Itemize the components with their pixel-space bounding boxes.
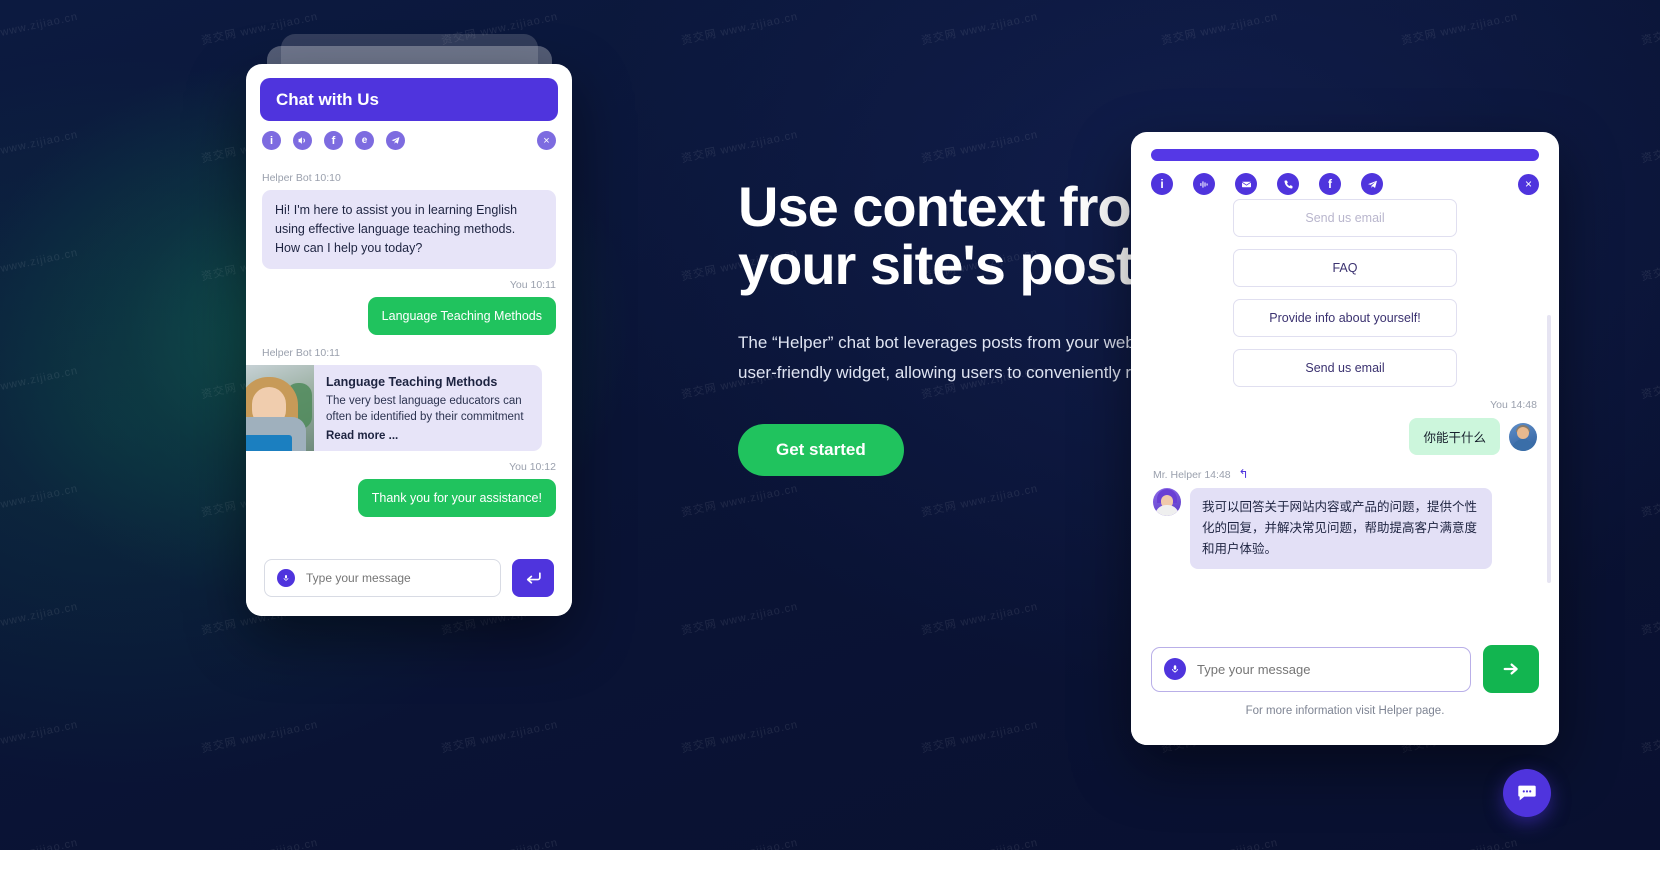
- reply-arrow-icon[interactable]: ↰: [1239, 467, 1249, 481]
- enter-arrow-icon: [526, 571, 541, 584]
- user-message-bubble: Language Teaching Methods: [367, 297, 556, 335]
- email-icon[interactable]: [1235, 173, 1257, 195]
- left-widget-message-list: Helper Bot 10:10 Hi! I'm here to assist …: [246, 156, 572, 517]
- post-card-read-more[interactable]: Read more ...: [326, 430, 530, 442]
- voice-icon[interactable]: [293, 131, 312, 150]
- quick-reply-button[interactable]: Send us email: [1233, 349, 1457, 387]
- close-icon[interactable]: ×: [537, 131, 556, 150]
- post-card-description: The very best language educators can oft…: [326, 395, 524, 423]
- chat-widget-right: i f × Send us email FAQ Provide info abo…: [1131, 132, 1559, 745]
- chat-launcher-button[interactable]: [1503, 769, 1551, 817]
- user-message-row: 你能干什么: [1153, 418, 1537, 455]
- avatar-body-shape: [1512, 438, 1534, 451]
- page-bottom-strip: [0, 850, 1660, 875]
- user-message-bubble: 你能干什么: [1409, 418, 1500, 455]
- message-meta: You 14:48: [1490, 399, 1537, 411]
- search-input[interactable]: [304, 570, 488, 586]
- chat-bubble-icon: [1518, 785, 1536, 801]
- right-message-input-wrap[interactable]: [1151, 646, 1471, 692]
- left-widget-title: Chat with Us: [276, 89, 379, 109]
- message-meta: You 10:12: [509, 461, 556, 473]
- bot-message-bubble: 我可以回答关于网站内容或产品的问题，提供个性化的回复，并解决常见问题，帮助提高客…: [1190, 488, 1492, 569]
- message-meta: You 10:11: [509, 279, 556, 291]
- arrow-right-icon: [1503, 663, 1518, 675]
- message-meta: Helper Bot 10:11: [262, 347, 341, 359]
- post-preview-card[interactable]: Language Teaching Methods The very best …: [246, 365, 542, 451]
- right-widget-message-list: Send us email FAQ Provide info about you…: [1131, 199, 1559, 639]
- left-widget-header: Chat with Us: [260, 78, 558, 121]
- message-meta-text: Mr. Helper 14:48: [1153, 469, 1231, 481]
- quick-reply-button[interactable]: FAQ: [1233, 249, 1457, 287]
- widget-footer-note: For more information visit Helper page.: [1245, 705, 1445, 717]
- user-message-bubble: Thank you for your assistance!: [357, 479, 556, 517]
- telegram-icon[interactable]: [1361, 173, 1383, 195]
- avatar: [1509, 422, 1537, 451]
- facebook-icon[interactable]: f: [1319, 173, 1341, 195]
- skype-icon[interactable]: e: [355, 131, 374, 150]
- right-widget-channel-bar: i f ×: [1131, 161, 1559, 199]
- thumb-tablet-shape: [246, 435, 292, 451]
- message-meta: Helper Bot 10:10: [262, 172, 341, 184]
- telegram-icon[interactable]: [386, 131, 405, 150]
- get-started-button[interactable]: Get started: [738, 424, 904, 476]
- chat-widget-left: Chat with Us i f e × Helper Bot 10:10 Hi…: [246, 64, 572, 616]
- microphone-icon[interactable]: [277, 569, 295, 587]
- phone-icon[interactable]: [1277, 173, 1299, 195]
- scrollbar[interactable]: [1547, 315, 1551, 583]
- avatar: [1153, 488, 1181, 516]
- post-thumbnail-image: [246, 365, 314, 451]
- send-button[interactable]: [1483, 645, 1539, 693]
- bot-message-row: 我可以回答关于网站内容或产品的问题，提供个性化的回复，并解决常见问题，帮助提高客…: [1153, 488, 1537, 569]
- info-icon[interactable]: i: [262, 131, 281, 150]
- post-card-text: Language Teaching Methods The very best …: [314, 365, 542, 451]
- microphone-icon[interactable]: [1164, 658, 1186, 680]
- quick-reply-button[interactable]: Send us email: [1233, 199, 1457, 237]
- avatar-body-shape: [1155, 505, 1179, 516]
- quick-reply-button[interactable]: Provide info about yourself!: [1233, 299, 1457, 337]
- voice-icon[interactable]: [1193, 173, 1215, 195]
- close-icon[interactable]: ×: [1518, 173, 1539, 195]
- right-widget-composer: For more information visit Helper page.: [1131, 635, 1559, 745]
- facebook-icon[interactable]: f: [324, 131, 343, 150]
- right-composer-row: [1151, 635, 1539, 693]
- message-meta: Mr. Helper 14:48 ↰: [1153, 467, 1537, 481]
- send-button[interactable]: [512, 559, 554, 597]
- right-widget-header-bar: [1151, 149, 1539, 161]
- search-input[interactable]: [1195, 660, 1458, 678]
- post-card-title: Language Teaching Methods: [326, 375, 498, 389]
- info-icon[interactable]: i: [1151, 173, 1173, 195]
- hero-heading-line1: Use context from: [738, 175, 1180, 238]
- left-widget-channel-bar: i f e ×: [246, 121, 572, 156]
- bot-message-bubble: Hi! I'm here to assist you in learning E…: [262, 190, 556, 269]
- left-message-input-wrap[interactable]: [264, 559, 501, 597]
- avatar-head-shape: [1517, 426, 1529, 439]
- left-widget-composer: [246, 540, 572, 616]
- hero-heading-line2: your site's posts: [738, 233, 1165, 296]
